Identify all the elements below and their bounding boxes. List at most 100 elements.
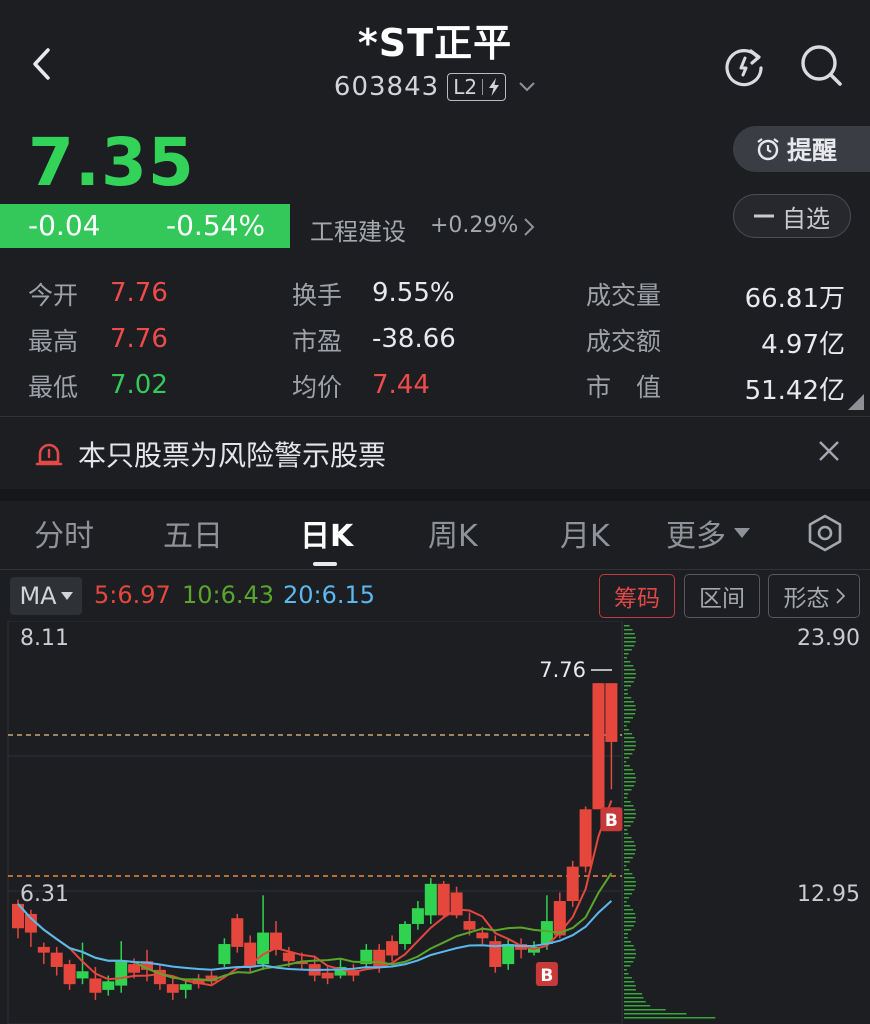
candle-body [89,978,102,993]
candle-body [166,984,179,993]
chip-bar [624,745,636,747]
chip-bar [624,829,628,831]
sector-name[interactable]: 工程建设 [310,212,406,247]
candle-body [579,809,592,867]
chip-bar [624,793,629,795]
chevron-right-icon[interactable] [522,216,536,242]
chip-distribution [624,625,716,1019]
level2-badge[interactable]: L2 [447,73,507,101]
chip-bar [624,905,631,907]
chip-bar [624,717,634,719]
candle-body [424,883,437,916]
chip-bar [624,853,635,855]
chip-bar [624,649,632,651]
chip-bar [624,917,636,919]
chip-bar [624,805,634,807]
chip-bar [624,741,636,743]
chip-bar [624,941,632,943]
chip-bar [624,709,636,711]
chip-bar [624,921,636,923]
chip-bar [624,713,636,715]
chip-bar [624,969,627,971]
chip-bar [624,965,631,967]
chip-bar [624,693,628,695]
axis-price-mid: 6.31 [20,882,69,907]
stat-value-high: 7.76 [110,324,168,354]
minus-icon [754,214,774,218]
chip-distribution-button[interactable]: 筹码 [599,574,675,618]
search-icon[interactable] [798,42,844,88]
stat-label-avg-price: 均价 [292,373,343,402]
ma-indicator-select[interactable]: MA [10,577,82,615]
chip-bar [624,957,636,959]
tab-daily-k[interactable]: 日K [300,511,353,555]
tab-five-day[interactable]: 五日 [163,511,223,555]
sector-change[interactable]: +0.29% [430,213,518,238]
chip-bar [624,901,627,903]
chip-bar [624,961,634,963]
chip-bar [624,625,630,627]
stat-value-market-cap: 51.42亿 [744,376,845,406]
chip-bar [624,997,644,999]
kline-chart[interactable]: BB 8.11 6.31 23.90 12.95 7.76 [0,620,870,1024]
chip-bar [624,845,636,847]
badge-separator [482,79,484,95]
stat-value-pe: -38.66 [372,324,456,354]
alarm-icon [757,138,779,161]
chip-bar [624,753,633,755]
stat-value-amount: 4.97亿 [761,330,845,360]
remind-button[interactable]: 提醒 [733,126,870,172]
candle-body [476,932,489,939]
remind-label: 提醒 [787,136,838,165]
chip-bar [624,865,627,867]
tab-weekly-k[interactable]: 周K [428,511,478,555]
stat-value-open: 7.76 [110,278,168,308]
expand-corner-icon[interactable] [848,394,864,410]
pattern-button[interactable]: 形态 [768,574,860,618]
stat-value-volume: 66.81万 [744,284,845,314]
chip-bar [624,817,636,819]
chip-bar [624,889,635,891]
stat-value-turnover: 9.55% [372,278,455,308]
chip-bar [624,841,635,843]
chip-bar [624,653,629,655]
chip-bar [624,989,636,991]
chip-bar [624,689,628,691]
chip-bar [624,849,636,851]
chip-bar [624,1017,716,1019]
ma-select-label: MA [19,582,57,610]
chip-bar [624,681,634,683]
stat-label-low: 最低 [28,373,79,402]
chip-bar [624,925,634,927]
candle-body [566,866,579,902]
tab-more[interactable]: 更多 [666,511,750,555]
ma10-value: 10:6.43 [182,581,275,609]
chip-bar [624,873,633,875]
stat-label-market-cap: 市 值 [586,373,662,402]
warning-siren-icon [34,438,64,468]
refresh-icon[interactable] [722,44,766,88]
candle-body [463,921,476,930]
chip-bar [624,737,635,739]
chip-bar [624,637,636,639]
candle-body [411,908,424,924]
chip-bar [624,869,630,871]
chip-bar [624,945,634,947]
chevron-down-icon[interactable] [518,81,536,93]
tab-intraday[interactable]: 分时 [34,511,94,555]
candle-body [37,946,50,953]
chip-bar [624,641,636,643]
chip-bar [624,645,635,647]
settings-icon[interactable] [806,514,844,552]
chip-bar [624,877,635,879]
tab-monthly-k[interactable]: 月K [560,511,610,555]
add-watchlist-button[interactable]: 自选 [733,194,851,238]
ma20-value: 20:6.15 [283,581,376,609]
range-button[interactable]: 区间 [684,574,760,618]
chip-bar [624,629,633,631]
candle-body [76,971,89,979]
stock-code: 603843 [333,72,440,102]
chip-bar [624,913,636,915]
close-icon[interactable] [818,440,840,462]
chip-bar [624,633,635,635]
